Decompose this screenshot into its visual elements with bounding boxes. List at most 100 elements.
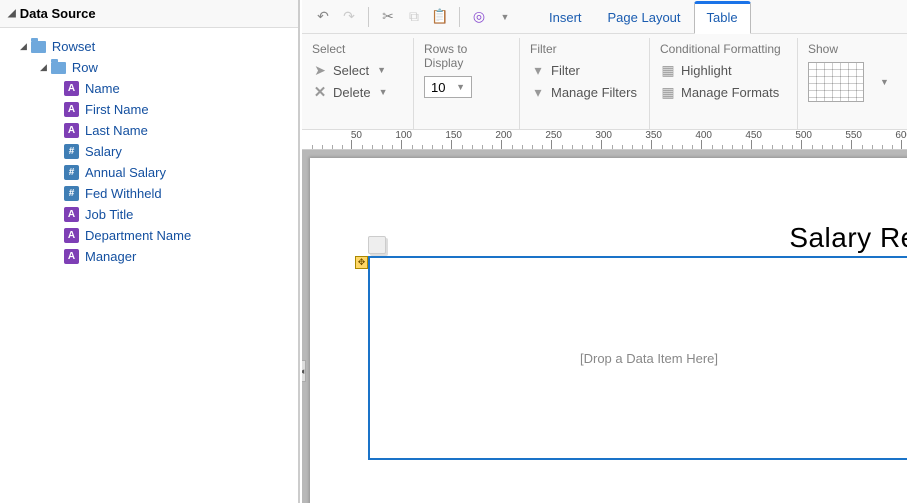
field-label: First Name: [85, 102, 149, 117]
report-title[interactable]: Salary Report: [789, 222, 907, 254]
filter-button[interactable]: ▾Filter: [530, 62, 639, 78]
funnel-icon: ▾: [530, 84, 546, 100]
panel-title: Data Source: [20, 6, 96, 21]
ruler-tick: 400: [652, 130, 702, 150]
ruler-tick: 500: [752, 130, 802, 150]
tree-label: Rowset: [52, 39, 95, 54]
quick-toolbar: ↶ ↷ ✂ ⧉ 📋 ◎ ▼ Insert Page Layout Table: [302, 0, 907, 34]
table-widget[interactable]: ✥ [Drop a Data Item Here]: [368, 256, 907, 460]
tree-field[interactable]: A Department Name: [6, 225, 292, 246]
separator: [368, 7, 369, 27]
chevron-down-icon: ▼: [456, 82, 465, 92]
manage-formats-button[interactable]: ▦Manage Formats: [660, 84, 787, 100]
redo-icon[interactable]: ↷: [338, 6, 360, 28]
field-label: Fed Withheld: [85, 186, 162, 201]
ribbon: Select ➤Select▼ ✕Delete▼ Rows to Display…: [302, 34, 907, 130]
undo-icon[interactable]: ↶: [312, 6, 334, 28]
number-field-icon: #: [64, 186, 79, 201]
chevron-down-icon: ▼: [379, 87, 388, 97]
group-title: Filter: [530, 42, 639, 56]
field-label: Annual Salary: [85, 165, 166, 180]
cut-icon[interactable]: ✂: [377, 6, 399, 28]
horizontal-ruler: 50100150200250300350400450500550600: [302, 130, 907, 150]
ruler-tick: 250: [502, 130, 552, 150]
page[interactable]: Salary Report ✥ [Drop a Data Item Here]: [314, 162, 907, 503]
dropzone-placeholder: [Drop a Data Item Here]: [580, 351, 718, 366]
tree-rowset[interactable]: ◢ Rowset: [6, 36, 292, 57]
funnel-icon: ▾: [530, 62, 546, 78]
target-icon[interactable]: ◎: [468, 6, 490, 28]
tree-row[interactable]: ◢ Row: [6, 57, 292, 78]
table-type-icon[interactable]: [368, 236, 386, 254]
field-label: Department Name: [85, 228, 191, 243]
group-title: Rows to Display: [424, 42, 509, 70]
tree-field[interactable]: # Salary: [6, 141, 292, 162]
table-dropzone[interactable]: [Drop a Data Item Here]: [368, 256, 907, 460]
tab-page-layout[interactable]: Page Layout: [595, 3, 694, 34]
ruler-tick: 100: [352, 130, 402, 150]
editor-area: ↶ ↷ ✂ ⧉ 📋 ◎ ▼ Insert Page Layout Table S…: [302, 0, 907, 503]
tree-field[interactable]: A Manager: [6, 246, 292, 267]
tree-field[interactable]: # Annual Salary: [6, 162, 292, 183]
cursor-icon: ➤: [312, 62, 328, 78]
field-label: Manager: [85, 249, 136, 264]
text-field-icon: A: [64, 102, 79, 117]
data-source-header[interactable]: ◢ Data Source: [0, 0, 298, 28]
group-select: Select ➤Select▼ ✕Delete▼: [302, 38, 414, 129]
number-field-icon: #: [64, 165, 79, 180]
ruler-tick: 50: [302, 130, 352, 150]
collapse-icon: ◢: [8, 8, 16, 19]
group-show: Show ▼: [798, 38, 899, 129]
tab-table[interactable]: Table: [694, 1, 751, 34]
dropdown-icon[interactable]: ▼: [494, 6, 516, 28]
copy-icon[interactable]: ⧉: [403, 6, 425, 28]
manage-filters-button[interactable]: ▾Manage Filters: [530, 84, 639, 100]
ruler-tick: 450: [702, 130, 752, 150]
group-title: Show: [808, 42, 889, 56]
tree-field[interactable]: # Fed Withheld: [6, 183, 292, 204]
field-label: Job Title: [85, 207, 133, 222]
expand-icon: ◢: [20, 41, 27, 52]
ruler-tick: 150: [402, 130, 452, 150]
text-field-icon: A: [64, 207, 79, 222]
tree-field[interactable]: ALast Name: [6, 120, 292, 141]
group-filter: Filter ▾Filter ▾Manage Filters: [520, 38, 650, 129]
paste-icon[interactable]: 📋: [429, 6, 451, 28]
tree-field[interactable]: AName: [6, 78, 292, 99]
x-icon: ✕: [312, 84, 328, 100]
number-field-icon: #: [64, 144, 79, 159]
ruler-tick: 600: [852, 130, 902, 150]
panel-collapse-handle[interactable]: ◂: [302, 360, 306, 382]
group-conditional: Conditional Formatting ▦Highlight ▦Manag…: [650, 38, 798, 129]
select-button[interactable]: ➤Select▼: [312, 62, 403, 78]
move-handle-icon[interactable]: ✥: [355, 256, 368, 269]
tab-insert[interactable]: Insert: [536, 3, 595, 34]
field-label: Salary: [85, 144, 122, 159]
format-icon: ▦: [660, 84, 676, 100]
highlight-icon: ▦: [660, 62, 676, 78]
ruler-tick: 350: [602, 130, 652, 150]
tree-field[interactable]: A Job Title: [6, 204, 292, 225]
delete-button[interactable]: ✕Delete▼: [312, 84, 403, 100]
group-title: Conditional Formatting: [660, 42, 787, 56]
ruler-tick: 200: [452, 130, 502, 150]
rows-to-display-input[interactable]: 10▼: [424, 76, 472, 98]
table-style-swatch[interactable]: [808, 62, 864, 102]
text-field-icon: A: [64, 228, 79, 243]
expand-icon: ◢: [40, 62, 47, 73]
canvas[interactable]: Salary Report ✥ [Drop a Data Item Here] …: [302, 150, 907, 503]
text-field-icon: A: [64, 81, 79, 96]
ribbon-tabs: Insert Page Layout Table: [536, 0, 751, 34]
data-source-tree: ◢ Rowset ◢ Row ANameAFirst NameALast Nam…: [0, 28, 298, 275]
separator: [459, 7, 460, 27]
group-title: Select: [312, 42, 403, 56]
text-field-icon: A: [64, 123, 79, 138]
folder-icon: [31, 41, 46, 53]
tree-field[interactable]: A First Name: [6, 99, 292, 120]
chevron-down-icon: ▼: [377, 65, 386, 75]
ruler-tick: 550: [802, 130, 852, 150]
text-field-icon: A: [64, 249, 79, 264]
group-rows: Rows to Display 10▼: [414, 38, 520, 129]
highlight-button[interactable]: ▦Highlight: [660, 62, 787, 78]
chevron-down-icon[interactable]: ▼: [880, 77, 889, 87]
